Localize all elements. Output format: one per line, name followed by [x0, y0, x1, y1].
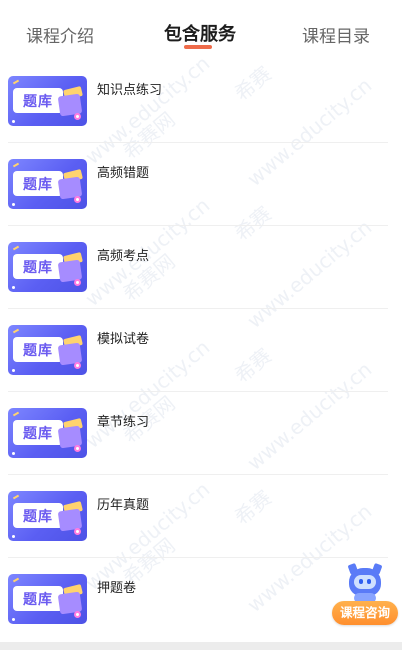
thumbnail-label-chip: 题库	[13, 254, 63, 279]
sparkle-icon	[12, 411, 20, 417]
robot-ear	[371, 562, 383, 576]
question-bank-thumbnail: 题库	[8, 491, 87, 541]
tab-course-catalog[interactable]: 课程目录	[302, 22, 370, 47]
dot-icon	[12, 369, 15, 372]
dot-icon	[12, 286, 15, 289]
service-item-chapter-practice[interactable]: 题库 章节练习	[0, 392, 402, 475]
service-item-key-points[interactable]: 题库 高频考点	[0, 226, 402, 309]
service-item-frequent-errors[interactable]: 题库 高频错题	[0, 143, 402, 226]
thumbnail-label-chip: 题库	[13, 337, 63, 362]
service-title: 章节练习	[97, 415, 150, 430]
robot-icon	[347, 562, 383, 596]
robot-eye	[367, 579, 371, 584]
course-consult-button[interactable]: 课程咨询	[332, 562, 398, 627]
sparkle-icon	[12, 162, 20, 168]
service-list: 题库 知识点练习 题库 高频错题 题库 高频考点 题库 模拟试卷 题库 章节练习…	[0, 60, 402, 641]
ring-icon	[74, 196, 81, 203]
thumbnail-label-chip: 题库	[13, 88, 63, 113]
course-consult-label: 课程咨询	[332, 601, 398, 625]
dot-icon	[12, 618, 15, 621]
robot-eye	[359, 579, 363, 584]
sparkle-icon	[12, 577, 20, 583]
thumbnail-label: 题库	[23, 94, 53, 110]
active-tab-indicator	[184, 45, 212, 49]
thumbnail-label-chip: 题库	[13, 503, 63, 528]
question-bank-thumbnail: 题库	[8, 159, 87, 209]
tab-course-intro[interactable]: 课程介绍	[26, 22, 94, 47]
dot-icon	[12, 203, 15, 206]
sparkle-icon	[12, 328, 20, 334]
question-bank-thumbnail: 题库	[8, 76, 87, 126]
service-title: 高频考点	[97, 249, 150, 264]
thumbnail-label: 题库	[23, 260, 53, 276]
question-bank-thumbnail: 题库	[8, 242, 87, 292]
dot-icon	[12, 452, 15, 455]
robot-ear	[347, 562, 359, 576]
dot-icon	[12, 120, 15, 123]
ring-icon	[74, 362, 81, 369]
ring-icon	[74, 279, 81, 286]
thumbnail-label: 题库	[23, 343, 53, 359]
tab-bar: 课程介绍 包含服务 课程目录	[0, 0, 402, 60]
service-item-past-exams[interactable]: 题库 历年真题	[0, 475, 402, 558]
service-title: 押题卷	[97, 581, 137, 596]
ring-icon	[74, 113, 81, 120]
ring-icon	[74, 445, 81, 452]
thumbnail-label-chip: 题库	[13, 171, 63, 196]
thumbnail-label-chip: 题库	[13, 586, 63, 611]
question-bank-thumbnail: 题库	[8, 408, 87, 458]
thumbnail-label: 题库	[23, 426, 53, 442]
service-title: 历年真题	[97, 498, 150, 513]
service-title: 模拟试卷	[97, 332, 150, 347]
ring-icon	[74, 611, 81, 618]
thumbnail-label-chip: 题库	[13, 420, 63, 445]
thumbnail-label: 题库	[23, 509, 53, 525]
sparkle-icon	[12, 79, 20, 85]
service-item-mock-exams[interactable]: 题库 模拟试卷	[0, 309, 402, 392]
robot-face	[354, 575, 376, 589]
thumbnail-label: 题库	[23, 177, 53, 193]
question-bank-thumbnail: 题库	[8, 574, 87, 624]
tab-included-services[interactable]: 包含服务	[164, 20, 236, 46]
thumbnail-label: 题库	[23, 592, 53, 608]
sparkle-icon	[12, 245, 20, 251]
service-title: 知识点练习	[97, 83, 163, 98]
question-bank-thumbnail: 题库	[8, 325, 87, 375]
sparkle-icon	[12, 494, 20, 500]
ring-icon	[74, 528, 81, 535]
service-item-knowledge-practice[interactable]: 题库 知识点练习	[0, 60, 402, 143]
service-title: 高频错题	[97, 166, 150, 181]
bottom-bar	[0, 642, 402, 650]
dot-icon	[12, 535, 15, 538]
